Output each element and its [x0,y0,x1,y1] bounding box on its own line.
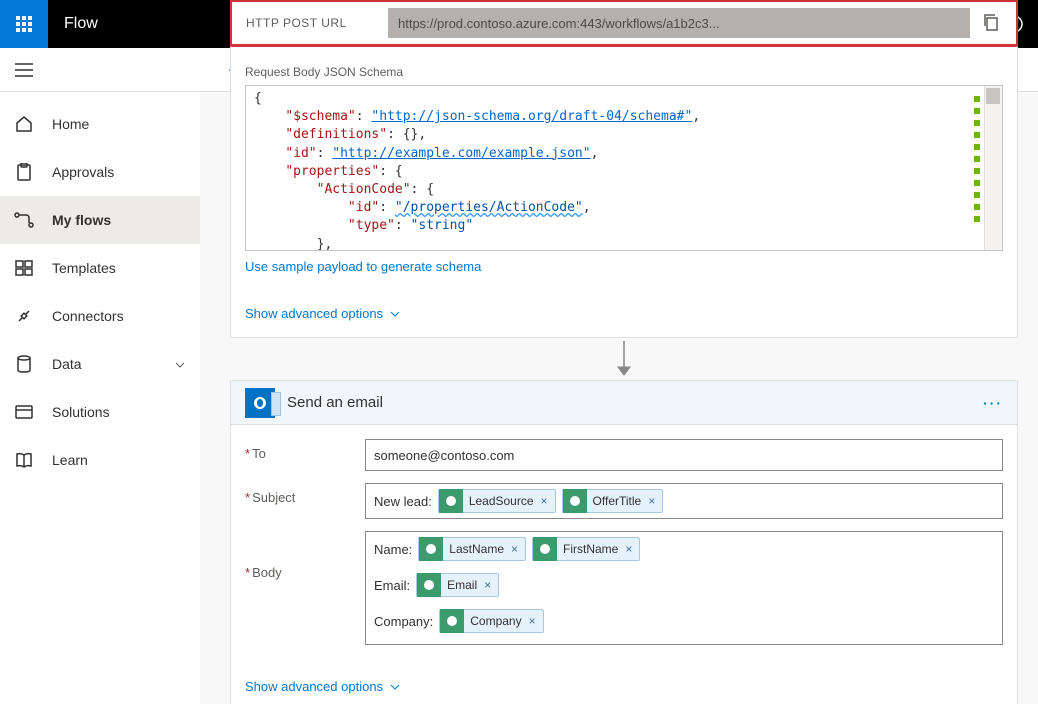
sidebar-item-label: Solutions [52,404,110,420]
token-leadsource[interactable]: LeadSource× [438,489,556,513]
data-icon [14,354,34,374]
schema-label: Request Body JSON Schema [245,59,1003,85]
card-menu-button[interactable]: ··· [983,395,1003,411]
token-firstname[interactable]: FirstName× [532,537,640,561]
sidebar-item-approvals[interactable]: Approvals [0,148,200,196]
dynamic-content-icon [439,489,463,513]
flow-icon [14,210,34,230]
to-label: *To [245,439,365,461]
chevron-down-icon [389,683,401,691]
dynamic-content-icon [440,609,464,633]
templates-icon [14,258,34,278]
sidebar-item-templates[interactable]: Templates [0,244,200,292]
sidebar-item-label: Learn [52,452,88,468]
hamburger-button[interactable] [0,48,48,92]
home-icon [14,114,34,134]
sidebar-item-label: Data [52,356,82,372]
remove-token-button[interactable]: × [618,542,639,556]
brand-name: Flow [48,15,98,33]
email-advanced-options-link[interactable]: Show advanced options [245,671,1003,704]
app-launcher-button[interactable] [0,0,48,48]
chevron-down-icon [389,310,401,318]
connector-arrow [230,338,1018,380]
email-card-title: Send an email [287,394,383,411]
http-post-url-row: HTTP POST URL https://prod.contoso.azure… [230,0,1018,47]
sidebar-item-learn[interactable]: Learn [0,436,200,484]
remove-token-button[interactable]: × [641,494,662,508]
remove-token-button[interactable]: × [522,614,543,628]
chevron-down-icon [174,356,186,372]
copy-button[interactable] [982,13,1002,33]
sample-payload-link[interactable]: Use sample payload to generate schema [245,251,1003,286]
email-card-header[interactable]: Send an email ··· [231,381,1017,425]
sidebar-item-label: My flows [52,212,111,228]
dynamic-content-icon [563,489,587,513]
sidebar-item-connectors[interactable]: Connectors [0,292,200,340]
outlook-icon [245,388,275,418]
sidebar-item-data[interactable]: Data [0,340,200,388]
sidebar-item-label: Approvals [52,164,114,180]
book-icon [14,450,34,470]
http-card: HTTP POST URL https://prod.contoso.azure… [230,0,1018,338]
sidebar: Home Approvals My flows Templates Connec… [0,92,200,704]
sidebar-item-label: Templates [52,260,116,276]
http-url-value[interactable]: https://prod.contoso.azure.com:443/workf… [388,8,970,38]
token-offertitle[interactable]: OfferTitle× [562,489,664,513]
sidebar-item-my-flows[interactable]: My flows [0,196,200,244]
dynamic-content-icon [533,537,557,561]
token-lastname[interactable]: LastName× [418,537,526,561]
http-advanced-options-link[interactable]: Show advanced options [245,298,1003,333]
remove-token-button[interactable]: × [534,494,555,508]
token-company[interactable]: Company× [439,609,543,633]
sidebar-item-solutions[interactable]: Solutions [0,388,200,436]
token-email[interactable]: Email× [416,573,499,597]
body-label: *Body [245,531,365,580]
body-input[interactable]: Name: LastName× FirstName× Email: Email×… [365,531,1003,645]
sidebar-item-label: Home [52,116,89,132]
connectors-icon [14,306,34,326]
clipboard-icon [14,162,34,182]
email-card: Send an email ··· *To someone@contoso.co… [230,380,1018,704]
subject-label: *Subject [245,483,365,505]
to-input[interactable]: someone@contoso.com [365,439,1003,471]
sidebar-item-label: Connectors [52,308,124,324]
remove-token-button[interactable]: × [504,542,525,556]
solutions-icon [14,402,34,422]
subject-input[interactable]: New lead: LeadSource× OfferTitle× [365,483,1003,519]
scrollbar[interactable] [984,86,1002,250]
dynamic-content-icon [419,537,443,561]
sidebar-item-home[interactable]: Home [0,100,200,148]
json-schema-editor[interactable]: { "$schema": "http://json-schema.org/dra… [245,85,1003,251]
remove-token-button[interactable]: × [477,578,498,592]
http-url-label: HTTP POST URL [246,16,376,30]
dynamic-content-icon [417,573,441,597]
